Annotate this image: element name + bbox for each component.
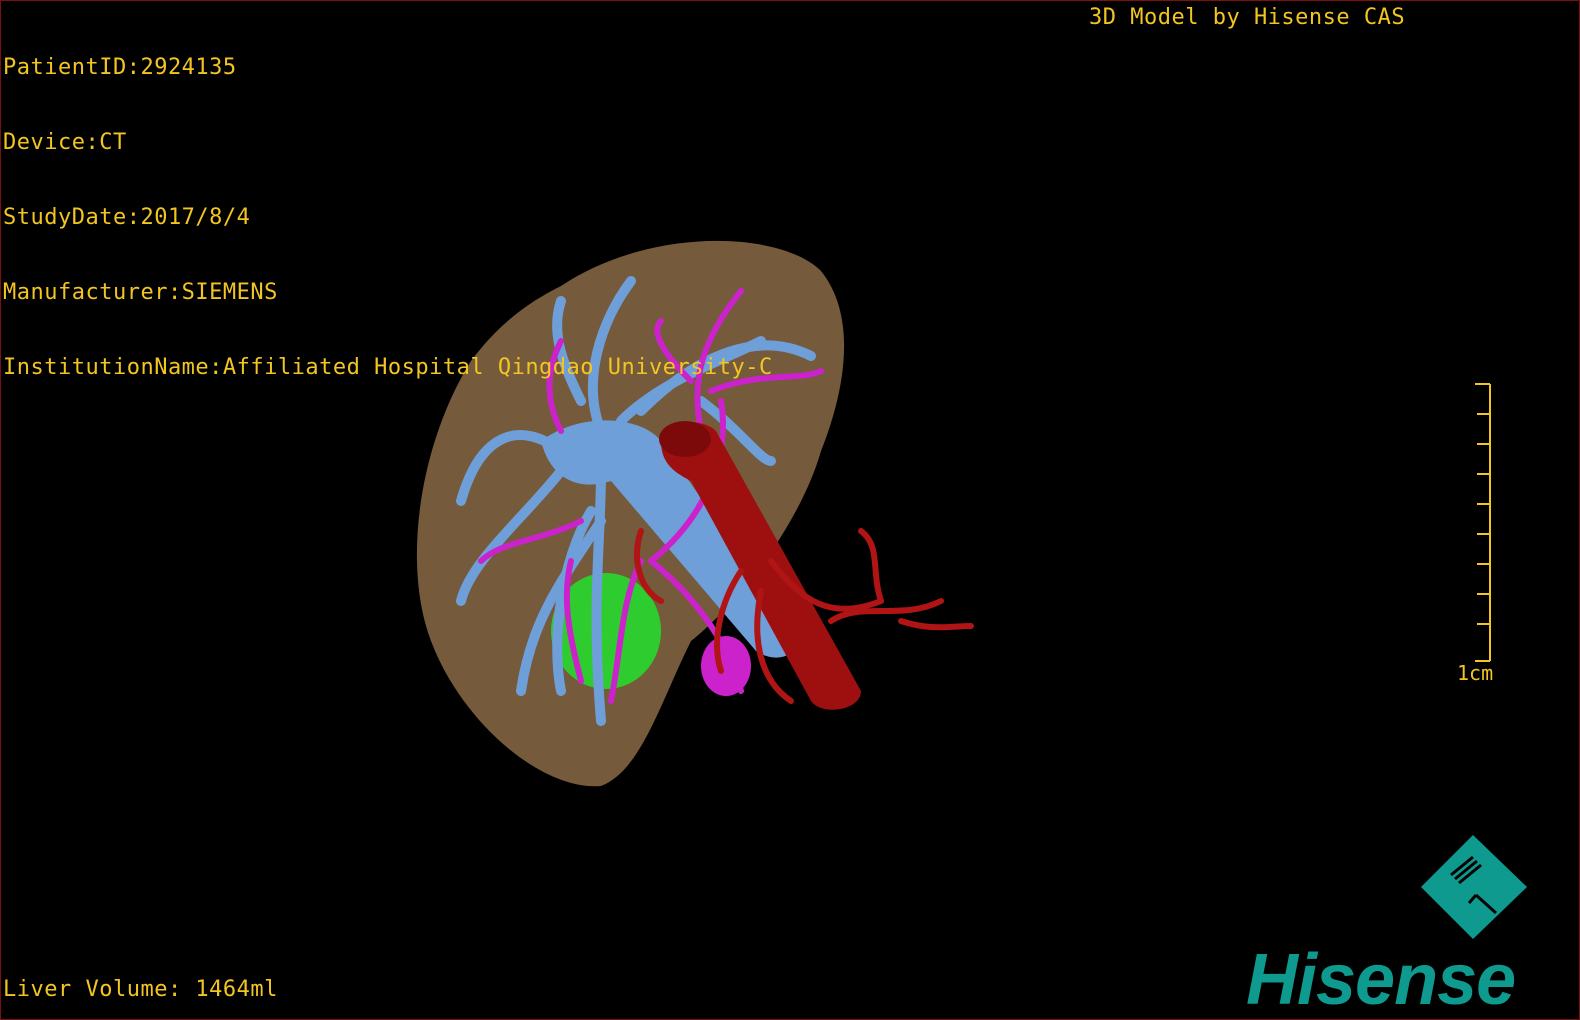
institution-name: InstitutionName:Affiliated Hospital Qing…	[3, 355, 773, 380]
device: Device:CT	[3, 130, 127, 155]
study-date: StudyDate:2017/8/4	[3, 205, 251, 230]
hisense-wordmark: Hisense	[1246, 940, 1516, 1020]
manufacturer: Manufacturer:SIEMENS	[3, 280, 278, 305]
patient-id: PatientID:2924135	[3, 55, 237, 80]
scale-bar	[1475, 383, 1491, 662]
model-credit: 3D Model by Hisense CAS	[1089, 5, 1406, 30]
scale-bar-label: 1cm	[1457, 661, 1494, 685]
3d-viewport[interactable]: PatientID:2924135 Device:CT StudyDate:20…	[0, 0, 1580, 1020]
patient-info-overlay: PatientID:2924135 Device:CT StudyDate:20…	[3, 5, 773, 430]
pancreatic-head	[701, 636, 751, 696]
liver-volume: Liver Volume: 1464ml	[3, 977, 278, 1002]
hisense-diamond-logo-icon	[1421, 835, 1527, 939]
